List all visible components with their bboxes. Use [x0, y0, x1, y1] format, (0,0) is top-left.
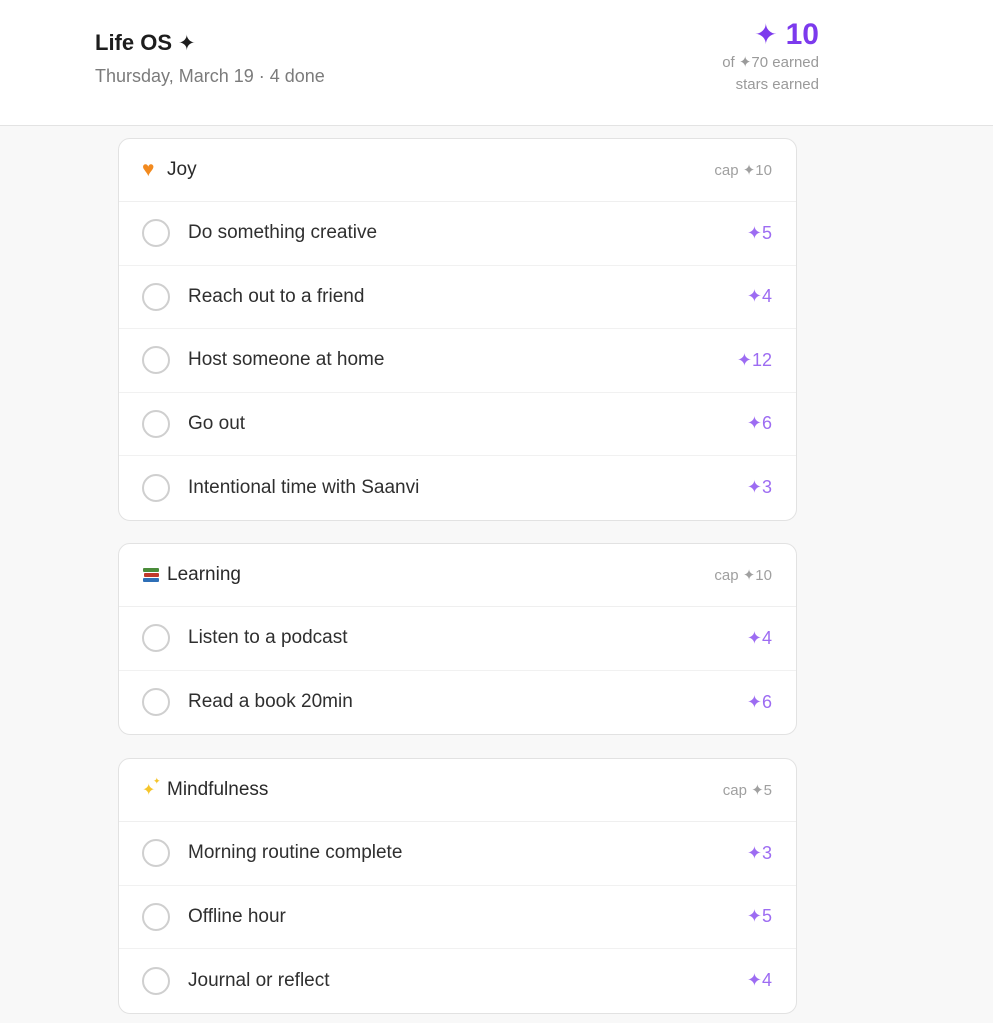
app-header: Life OS ✦ Thursday, March 19 · 4 done ✦ …: [0, 0, 993, 126]
task-points: ✦4: [746, 970, 772, 991]
category-header: Mindfulness cap ✦5: [119, 759, 796, 822]
task-label: Reach out to a friend: [188, 285, 365, 307]
task-points: ✦4: [746, 627, 772, 648]
task-row[interactable]: Intentional time with Saanvi ✦3: [119, 456, 796, 520]
sparkle-icon: ✦: [754, 19, 778, 50]
task-row[interactable]: Offline hour ✦5: [119, 886, 796, 949]
task-points: ✦6: [746, 691, 772, 712]
task-checkbox[interactable]: [142, 624, 170, 653]
task-points: ✦3: [746, 842, 772, 863]
category-title-text: Learning: [167, 564, 241, 585]
task-checkbox[interactable]: [142, 688, 170, 717]
category-card-learning: Learning cap ✦10 Listen to a podcast ✦4 …: [118, 543, 797, 735]
task-label: Host someone at home: [188, 349, 385, 371]
task-label: Morning routine complete: [188, 842, 403, 864]
category-cap: cap ✦10: [714, 162, 772, 179]
category-cap: cap ✦5: [722, 782, 772, 799]
sparkle-icon: ✦: [178, 31, 196, 55]
category-header: Joy cap ✦10: [119, 139, 796, 202]
task-label: Journal or reflect: [188, 969, 330, 991]
category-card-joy: Joy cap ✦10 Do something creative ✦5 Rea…: [118, 138, 797, 521]
category-card-mindfulness: Mindfulness cap ✦5 Morning routine compl…: [118, 758, 797, 1014]
task-label: Offline hour: [188, 905, 286, 927]
score-stars-label: stars earned: [735, 76, 819, 93]
score-of-label: of ✦70 earned: [722, 54, 819, 71]
category-cap: cap ✦10: [714, 567, 772, 584]
task-points: ✦6: [746, 413, 772, 434]
task-points: ✦4: [746, 286, 772, 307]
task-row[interactable]: Reach out to a friend ✦4: [119, 266, 796, 329]
category-title: Mindfulness: [142, 776, 269, 801]
books-icon: [142, 566, 161, 585]
task-points: ✦5: [746, 222, 772, 243]
category-header: Learning cap ✦10: [119, 544, 796, 607]
app-title: Life OS ✦: [95, 30, 196, 56]
task-label: Read a book 20min: [188, 691, 353, 713]
task-checkbox[interactable]: [142, 282, 170, 311]
category-title-text: Mindfulness: [167, 779, 269, 800]
task-label: Listen to a podcast: [188, 627, 348, 649]
app-title-text: Life OS: [95, 30, 173, 55]
heart-icon: [142, 158, 161, 182]
task-label: Intentional time with Saanvi: [188, 476, 420, 498]
task-points: ✦3: [746, 477, 772, 498]
sparkles-icon: [142, 776, 161, 800]
score-summary: ✦ 10 of ✦70 earned stars earned: [722, 18, 819, 96]
date-summary: Thursday, March 19 · 4 done: [95, 66, 325, 86]
score-value: 10: [785, 18, 819, 51]
task-checkbox[interactable]: [142, 346, 170, 375]
score-total: ✦ 10: [722, 18, 819, 52]
task-checkbox[interactable]: [142, 473, 170, 502]
category-title: Learning: [142, 564, 241, 586]
task-row[interactable]: Morning routine complete ✦3: [119, 822, 796, 886]
task-checkbox[interactable]: [142, 219, 170, 248]
task-checkbox[interactable]: [142, 409, 170, 438]
task-points: ✦5: [746, 906, 772, 927]
task-points: ✦12: [736, 349, 772, 370]
task-row[interactable]: Journal or reflect ✦4: [119, 949, 796, 1013]
task-label: Go out: [188, 412, 246, 434]
task-checkbox[interactable]: [142, 966, 170, 995]
task-row[interactable]: Go out ✦6: [119, 393, 796, 456]
task-checkbox[interactable]: [142, 839, 170, 868]
task-row[interactable]: Listen to a podcast ✦4: [119, 607, 796, 671]
category-title: Joy: [142, 158, 197, 182]
task-row[interactable]: Do something creative ✦5: [119, 202, 796, 266]
task-checkbox[interactable]: [142, 902, 170, 931]
task-label: Do something creative: [188, 222, 378, 244]
task-row[interactable]: Read a book 20min ✦6: [119, 671, 796, 735]
category-title-text: Joy: [167, 159, 197, 180]
task-row[interactable]: Host someone at home ✦12: [119, 329, 796, 393]
